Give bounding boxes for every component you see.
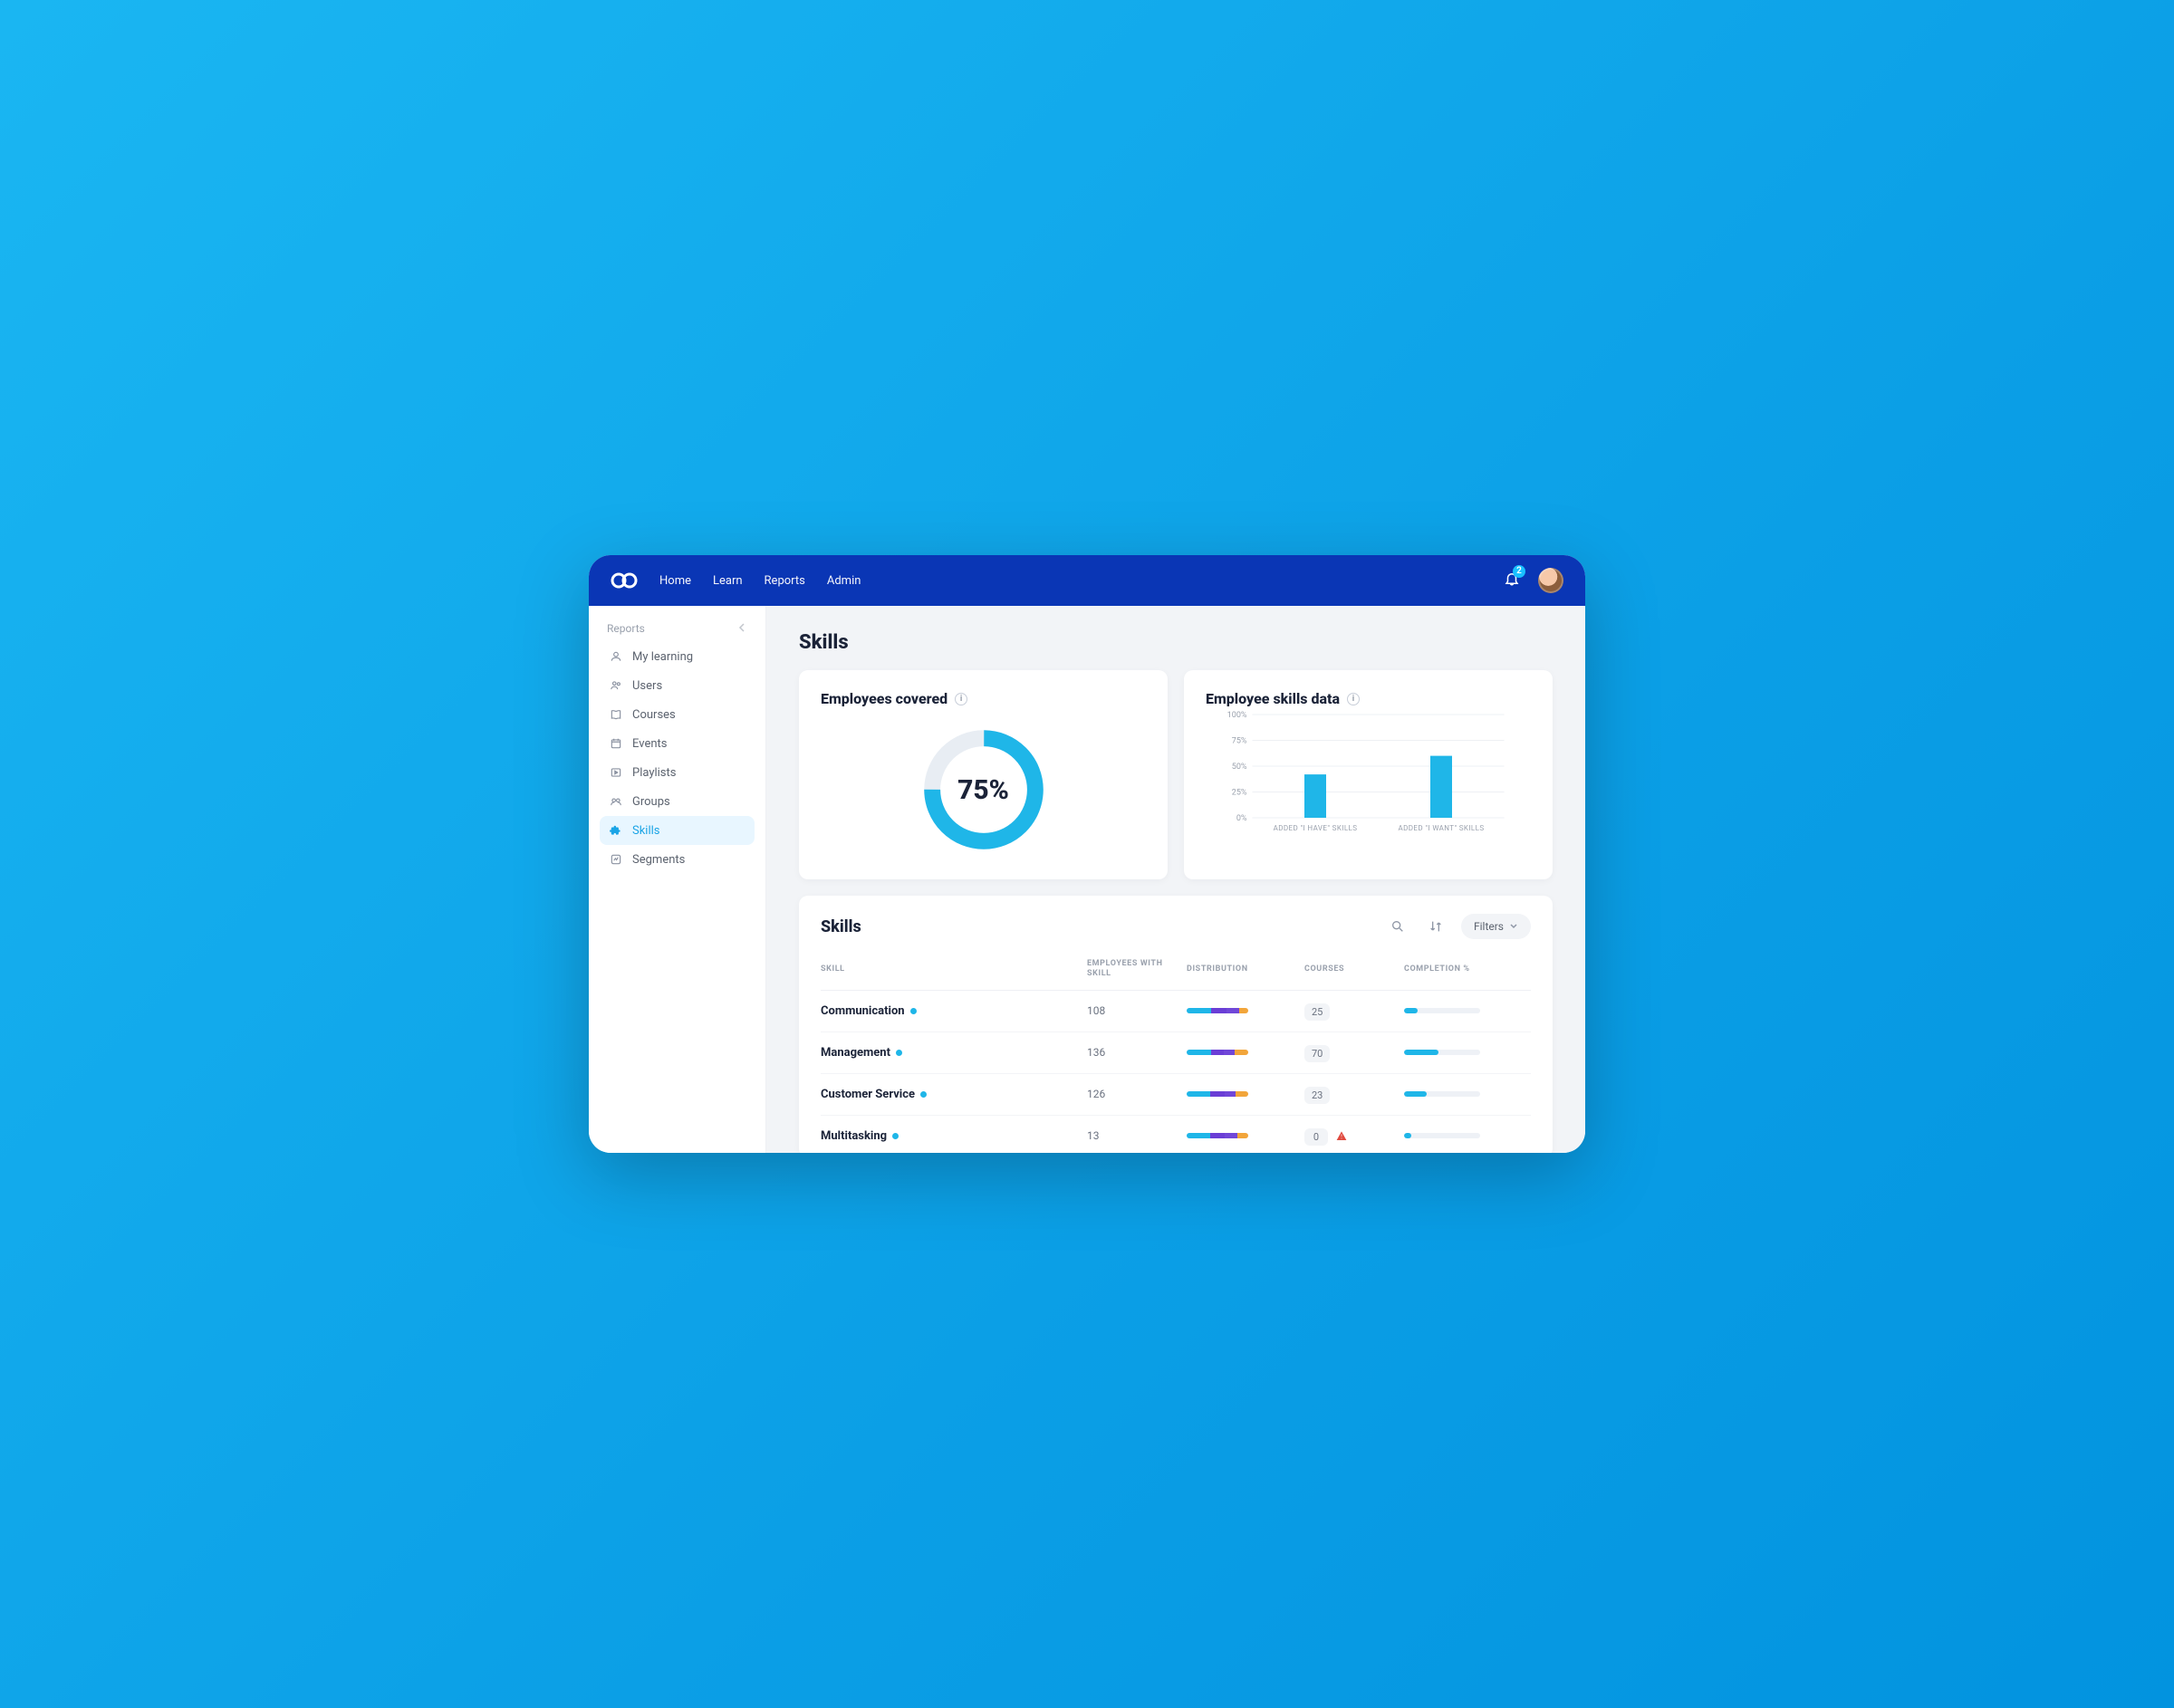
distribution-cell	[1187, 1073, 1304, 1115]
warning-icon	[1335, 1128, 1348, 1146]
skills-table-card: Skills Filters	[799, 896, 1553, 1153]
skills-bar-chart: 0% 25% 50% 75% 100% ADDED "I HAVE" SKILLS ADDE…	[1206, 707, 1531, 843]
sidebar-item-segments[interactable]: Segments	[600, 845, 755, 874]
completion-cell	[1404, 1073, 1531, 1115]
employees-cell: 126	[1087, 1073, 1187, 1115]
card-title: Employee skills data	[1206, 690, 1340, 707]
sidebar-title: Reports	[607, 622, 645, 635]
svg-text:100%: 100%	[1227, 711, 1247, 720]
sidebar-item-events[interactable]: Events	[600, 729, 755, 758]
svg-text:ADDED "I HAVE" SKILLS: ADDED "I HAVE" SKILLS	[1274, 824, 1358, 832]
info-icon[interactable]: i	[1347, 693, 1360, 705]
svg-text:ADDED "I WANT" SKILLS: ADDED "I WANT" SKILLS	[1399, 824, 1485, 832]
distribution-cell	[1187, 990, 1304, 1032]
courses-cell: 25	[1304, 990, 1404, 1032]
col-completion[interactable]: COMPLETION %	[1404, 946, 1531, 990]
distribution-cell	[1187, 1115, 1304, 1153]
skill-name-cell: Management	[821, 1032, 1087, 1073]
distribution-cell	[1187, 1032, 1304, 1073]
notification-badge: 2	[1513, 565, 1525, 578]
app-logo[interactable]	[611, 571, 638, 590]
completion-cell	[1404, 1032, 1531, 1073]
table-row[interactable]: Communication108 25	[821, 990, 1531, 1032]
sidebar-item-my-learning[interactable]: My learning	[600, 642, 755, 671]
employees-cell: 136	[1087, 1032, 1187, 1073]
app-window: Home Learn Reports Admin 2 Reports	[589, 555, 1585, 1153]
status-dot-icon	[892, 1133, 899, 1139]
table-row[interactable]: Multitasking13 0	[821, 1115, 1531, 1153]
col-skill[interactable]: SKILL	[821, 946, 1087, 990]
page-title: Skills	[799, 631, 1553, 654]
puzzle-icon	[609, 823, 623, 838]
courses-cell: 0	[1304, 1115, 1404, 1153]
segments-icon	[609, 852, 623, 867]
completion-cell	[1404, 990, 1531, 1032]
svg-text:25%: 25%	[1232, 789, 1247, 798]
completion-cell	[1404, 1115, 1531, 1153]
sidebar: Reports My learning Users	[589, 606, 766, 1153]
courses-cell: 23	[1304, 1073, 1404, 1115]
coverage-percent: 75%	[916, 722, 1052, 858]
groups-icon	[609, 794, 623, 809]
col-employees[interactable]: EMPLOYEES WITH SKILL	[1087, 946, 1187, 990]
employee-skills-card: Employee skills data i 0% 25% 50% 75% 100% AD…	[1184, 670, 1553, 879]
employees-cell: 108	[1087, 990, 1187, 1032]
sidebar-item-courses[interactable]: Courses	[600, 700, 755, 729]
status-dot-icon	[920, 1091, 927, 1098]
skill-name-cell: Communication	[821, 990, 1087, 1032]
sidebar-item-label: Segments	[632, 853, 685, 867]
nav-learn[interactable]: Learn	[713, 574, 743, 588]
playlist-icon	[609, 765, 623, 780]
coverage-donut-chart: 75%	[916, 722, 1052, 858]
info-icon[interactable]: i	[955, 693, 967, 705]
notifications-button[interactable]: 2	[1504, 571, 1520, 590]
collapse-sidebar-icon[interactable]	[738, 622, 747, 635]
svg-text:0%: 0%	[1236, 814, 1247, 823]
sidebar-item-label: Groups	[632, 795, 670, 809]
sidebar-item-label: Courses	[632, 708, 676, 722]
sidebar-item-skills[interactable]: Skills	[600, 816, 755, 845]
sidebar-item-playlists[interactable]: Playlists	[600, 758, 755, 787]
book-icon	[609, 707, 623, 722]
users-icon	[609, 678, 623, 693]
sort-icon[interactable]	[1423, 914, 1448, 939]
sidebar-item-label: Users	[632, 679, 662, 693]
topbar: Home Learn Reports Admin 2	[589, 555, 1585, 606]
card-title: Employees covered	[821, 690, 948, 707]
search-icon[interactable]	[1385, 914, 1410, 939]
status-dot-icon	[910, 1008, 917, 1014]
table-title: Skills	[821, 917, 861, 936]
col-distribution[interactable]: DISTRIBUTION	[1187, 946, 1304, 990]
avatar[interactable]	[1538, 568, 1563, 593]
col-courses[interactable]: COURSES	[1304, 946, 1404, 990]
employees-covered-card: Employees covered i 75%	[799, 670, 1168, 879]
svg-text:75%: 75%	[1232, 737, 1247, 746]
filters-label: Filters	[1474, 920, 1504, 933]
courses-cell: 70	[1304, 1032, 1404, 1073]
sidebar-item-label: My learning	[632, 650, 693, 664]
sidebar-item-label: Skills	[632, 824, 660, 838]
top-nav: Home Learn Reports Admin	[659, 574, 861, 588]
status-dot-icon	[896, 1050, 902, 1056]
person-learning-icon	[609, 649, 623, 664]
calendar-icon	[609, 736, 623, 751]
nav-reports[interactable]: Reports	[765, 574, 805, 588]
nav-home[interactable]: Home	[659, 574, 691, 588]
filters-button[interactable]: Filters	[1461, 914, 1531, 939]
table-row[interactable]: Customer Service126 23	[821, 1073, 1531, 1115]
nav-admin[interactable]: Admin	[827, 574, 861, 588]
skill-name-cell: Customer Service	[821, 1073, 1087, 1115]
sidebar-item-label: Events	[632, 737, 667, 751]
table-row[interactable]: Management136 70	[821, 1032, 1531, 1073]
sidebar-item-label: Playlists	[632, 766, 676, 780]
chevron-down-icon	[1509, 922, 1518, 931]
svg-text:50%: 50%	[1232, 763, 1247, 772]
skill-name-cell: Multitasking	[821, 1115, 1087, 1153]
skills-table: SKILL EMPLOYEES WITH SKILL DISTRIBUTION …	[821, 946, 1531, 1153]
main-content: Skills Employees covered i	[766, 606, 1585, 1153]
sidebar-item-groups[interactable]: Groups	[600, 787, 755, 816]
employees-cell: 13	[1087, 1115, 1187, 1153]
sidebar-item-users[interactable]: Users	[600, 671, 755, 700]
